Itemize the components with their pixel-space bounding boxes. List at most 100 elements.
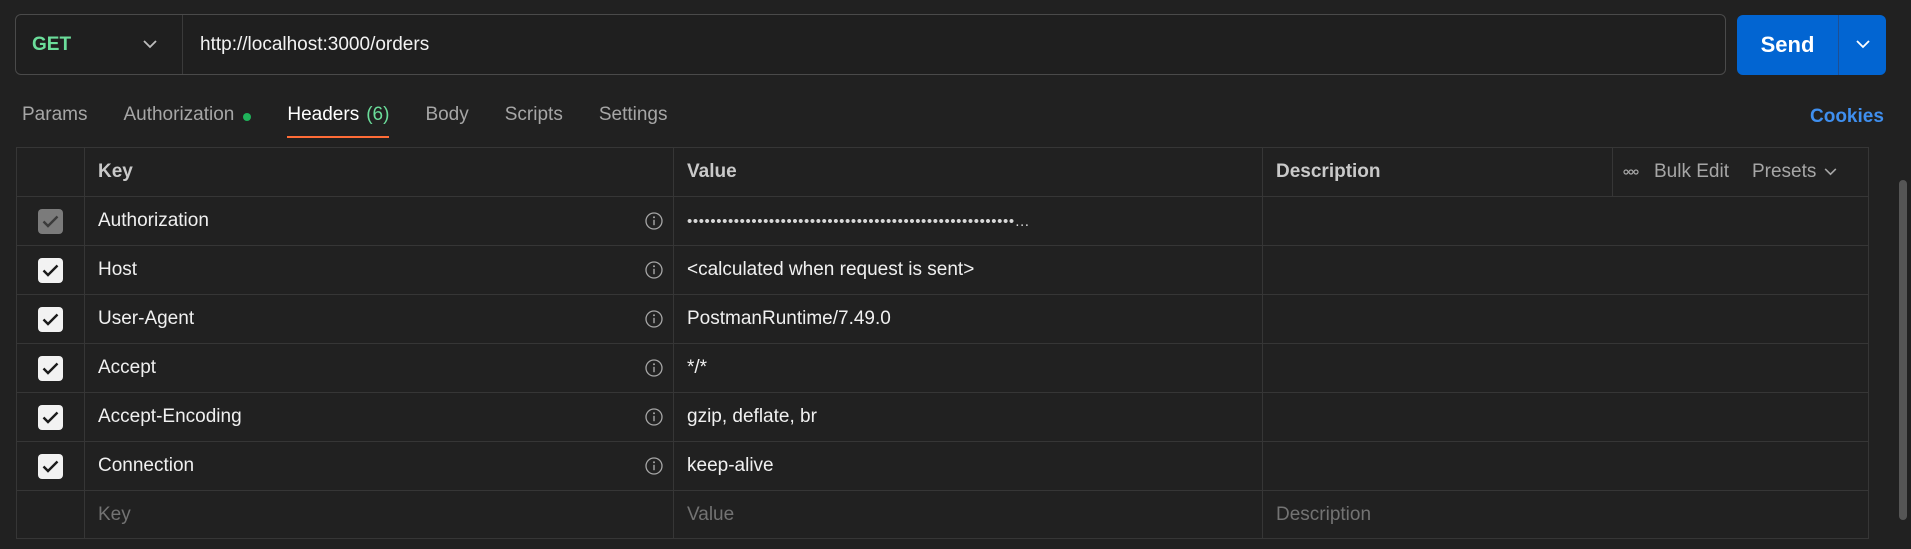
new-value-input[interactable]: Value <box>674 491 1263 538</box>
method-select[interactable]: GET <box>16 15 183 74</box>
key-cell[interactable]: Accept <box>85 344 674 392</box>
table-row: Connection keep-alive <box>17 441 1868 490</box>
value-cell[interactable]: <calculated when request is sent> <box>674 246 1263 294</box>
info-icon[interactable] <box>644 407 664 427</box>
scrollbar[interactable] <box>1899 180 1907 520</box>
chevron-down-icon <box>140 35 160 55</box>
request-tabs: Params Authorization Headers (6) Body Sc… <box>22 100 703 140</box>
column-header-description: Description <box>1263 148 1613 196</box>
check-icon <box>42 215 59 228</box>
description-cell[interactable] <box>1263 393 1868 441</box>
description-cell[interactable] <box>1263 442 1868 490</box>
tab-label: Authorization <box>123 104 235 125</box>
description-placeholder: Description <box>1276 503 1372 525</box>
value-text: PostmanRuntime/7.49.0 <box>687 308 891 329</box>
info-icon[interactable] <box>644 211 664 231</box>
row-check-cell <box>17 393 85 441</box>
row-checkbox[interactable] <box>38 306 63 332</box>
value-text: */* <box>687 357 708 378</box>
check-icon <box>42 264 59 277</box>
send-options-button[interactable] <box>1839 15 1886 75</box>
key-text: User-Agent <box>98 308 195 329</box>
row-check-cell <box>17 344 85 392</box>
value-cell[interactable]: ••••••••••••••••••••••••••••••••••••••••… <box>674 197 1263 245</box>
chevron-down-icon <box>1855 36 1870 54</box>
value-text: <calculated when request is sent> <box>687 259 975 280</box>
tab-label: Settings <box>598 104 668 125</box>
column-header-key: Key <box>85 148 674 196</box>
tab-authorization[interactable]: Authorization <box>123 100 252 138</box>
row-check-cell <box>17 197 85 245</box>
url-bar: GET <box>15 14 1726 75</box>
value-text: keep-alive <box>687 455 774 476</box>
row-checkbox[interactable] <box>38 355 63 381</box>
cookies-link[interactable]: Cookies <box>1810 106 1884 128</box>
key-text: Accept-Encoding <box>98 406 242 427</box>
status-dot-icon <box>243 113 252 121</box>
method-label: GET <box>32 33 72 55</box>
key-text: Host <box>98 259 138 280</box>
headers-table: Key Value Description Bulk Edit Presets … <box>16 147 1869 539</box>
new-description-input[interactable]: Description <box>1263 491 1868 538</box>
info-icon[interactable] <box>644 309 664 329</box>
tab-scripts[interactable]: Scripts <box>505 100 563 138</box>
send-button-group: Send <box>1737 15 1886 75</box>
key-text: Accept <box>98 357 157 378</box>
row-check-cell <box>17 442 85 490</box>
value-cell[interactable]: */* <box>674 344 1263 392</box>
check-icon <box>42 362 59 375</box>
row-check-cell <box>17 295 85 343</box>
row-check-cell <box>17 491 85 538</box>
tab-label: Params <box>22 104 88 125</box>
key-cell[interactable]: Host <box>85 246 674 294</box>
bulk-edit-button[interactable]: Bulk Edit <box>1654 161 1729 183</box>
value-text: ••••••••••••••••••••••••••••••••••••••••… <box>687 212 1031 230</box>
chevron-down-icon <box>1820 162 1840 182</box>
table-row: Accept */* <box>17 343 1868 392</box>
row-checkbox[interactable] <box>38 404 63 430</box>
key-placeholder: Key <box>98 503 131 525</box>
value-cell[interactable]: PostmanRuntime/7.49.0 <box>674 295 1263 343</box>
tab-body[interactable]: Body <box>425 100 468 138</box>
tab-params[interactable]: Params <box>22 100 87 138</box>
key-cell[interactable]: Connection <box>85 442 674 490</box>
table-row: Accept-Encoding gzip, deflate, br <box>17 392 1868 441</box>
table-actions: Bulk Edit Presets <box>1613 148 1868 196</box>
key-cell[interactable]: Accept-Encoding <box>85 393 674 441</box>
value-cell[interactable]: gzip, deflate, br <box>674 393 1263 441</box>
row-checkbox[interactable] <box>38 257 63 283</box>
column-header-label: Description <box>1276 161 1381 182</box>
table-row: Host <calculated when request is sent> <box>17 245 1868 294</box>
key-text: Authorization <box>98 210 209 231</box>
row-checkbox <box>38 208 63 234</box>
row-checkbox[interactable] <box>38 453 63 479</box>
column-header-label: Value <box>687 161 737 182</box>
tab-headers[interactable]: Headers (6) <box>287 100 390 138</box>
row-check-cell <box>17 246 85 294</box>
info-icon[interactable] <box>644 260 664 280</box>
key-text: Connection <box>98 455 195 476</box>
check-icon <box>42 313 59 326</box>
new-key-input[interactable]: Key <box>85 491 674 538</box>
presets-dropdown[interactable]: Presets <box>1752 161 1840 183</box>
description-cell[interactable] <box>1263 344 1868 392</box>
description-cell[interactable] <box>1263 246 1868 294</box>
key-cell[interactable]: User-Agent <box>85 295 674 343</box>
send-button[interactable]: Send <box>1737 15 1838 75</box>
url-input[interactable] <box>183 15 1725 74</box>
header-check-cell <box>17 148 85 196</box>
value-placeholder: Value <box>687 503 735 525</box>
more-options-icon[interactable] <box>1623 162 1639 178</box>
column-header-label: Key <box>98 161 133 182</box>
info-icon[interactable] <box>644 358 664 378</box>
value-cell[interactable]: keep-alive <box>674 442 1263 490</box>
info-icon[interactable] <box>644 456 664 476</box>
new-header-row: Key Value Description <box>17 490 1868 539</box>
description-cell[interactable] <box>1263 197 1868 245</box>
presets-label: Presets <box>1751 161 1817 182</box>
description-cell[interactable] <box>1263 295 1868 343</box>
check-icon <box>42 411 59 424</box>
key-cell[interactable]: Authorization <box>85 197 674 245</box>
tab-settings[interactable]: Settings <box>599 100 668 138</box>
tab-label: Body <box>425 104 469 125</box>
